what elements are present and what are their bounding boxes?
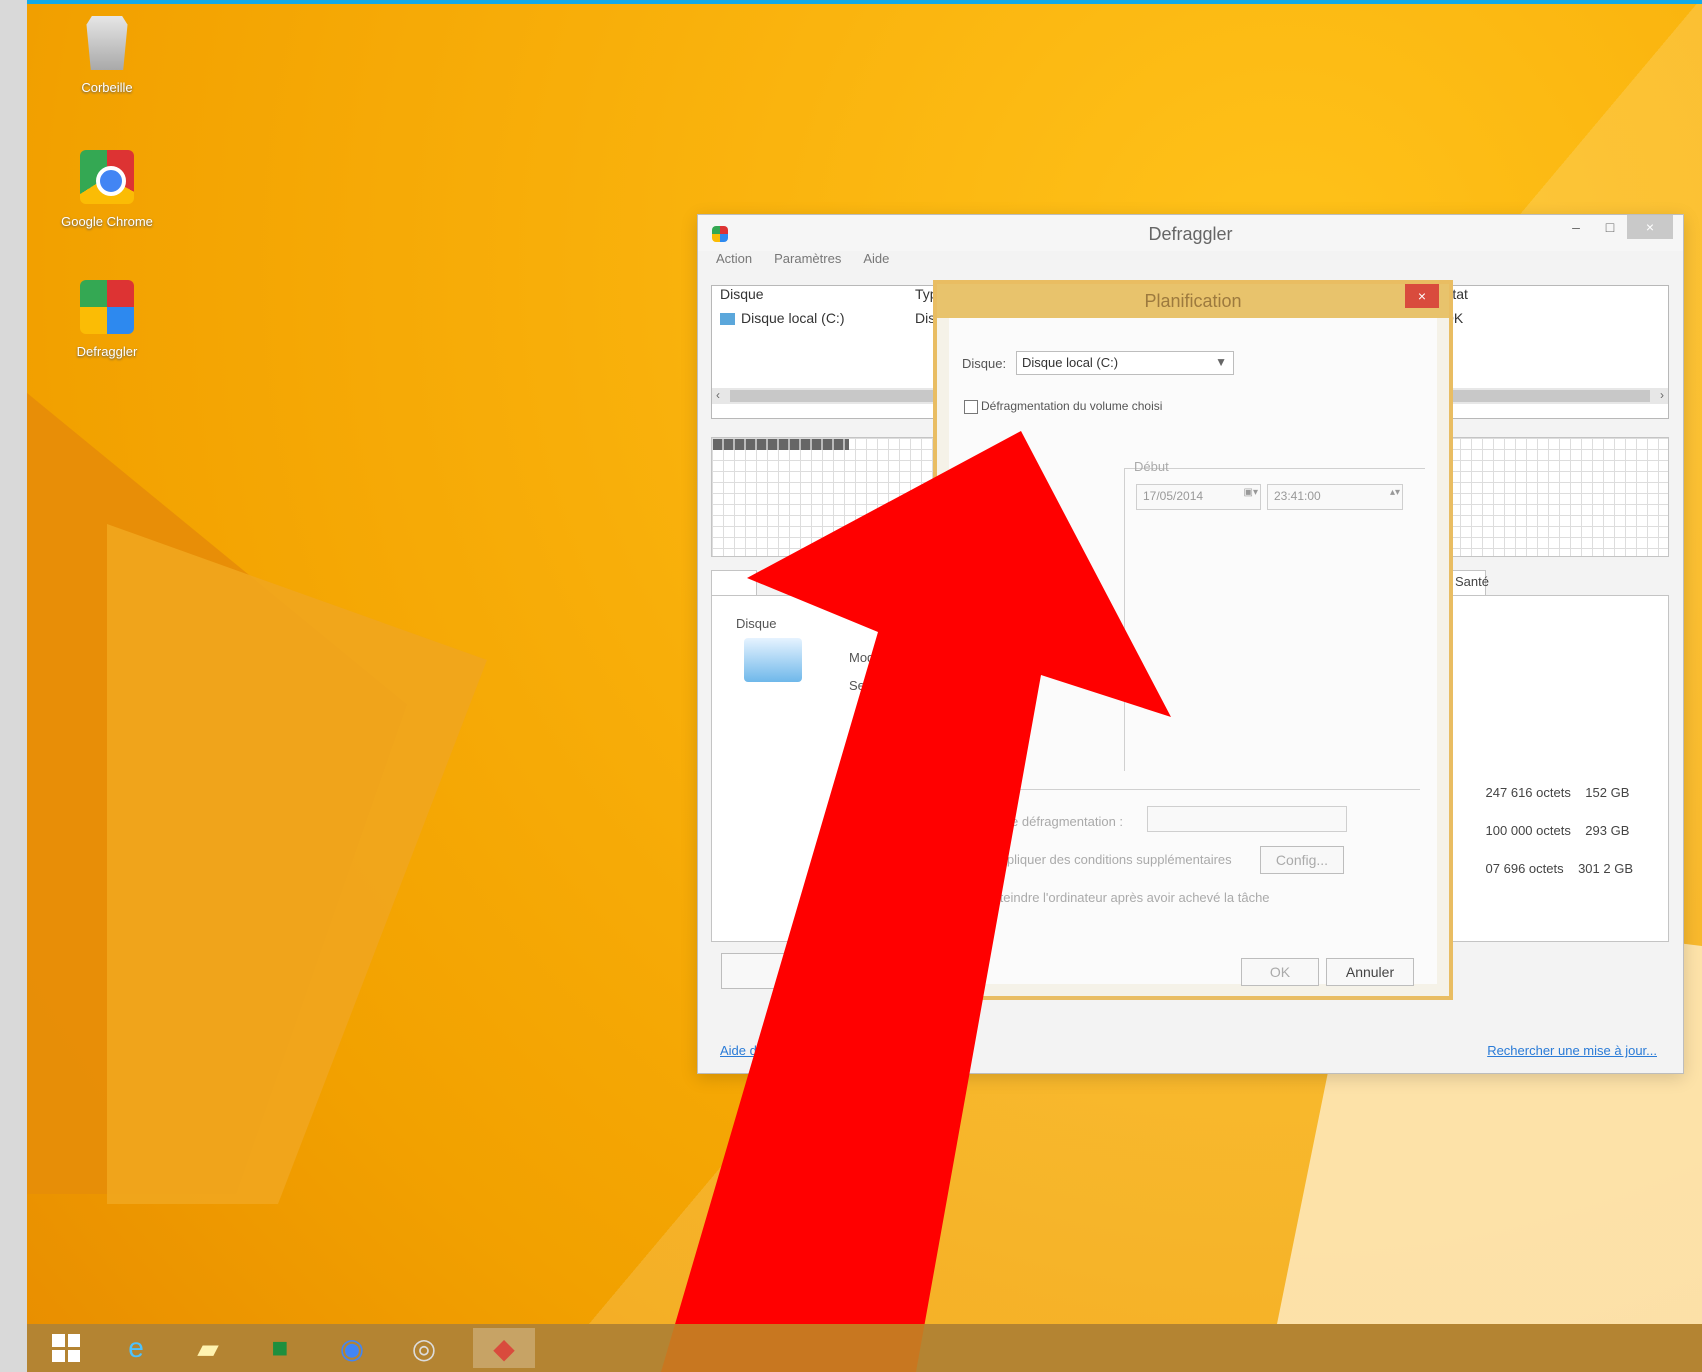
desktop-icon-label: Defraggler [76, 344, 138, 359]
window-titlebar: Defraggler – □ × [698, 215, 1683, 251]
help-link[interactable]: Aide d [720, 1043, 757, 1058]
ok-button[interactable]: OK [1241, 958, 1319, 986]
column-disk[interactable]: Disque [712, 286, 915, 310]
stat-row: 100 000 octets 293 GB [1486, 812, 1633, 850]
file-explorer-icon: ▰ [197, 1332, 219, 1364]
desktop-icon-label: Corbeille [81, 80, 133, 95]
extra-conditions-checkbox[interactable] [973, 854, 987, 868]
analyze-button[interactable]: A [721, 953, 848, 989]
defrag-volume-checkbox[interactable] [964, 400, 978, 414]
shutdown-checkbox[interactable] [973, 892, 987, 906]
chevron-down-icon: ▼ [1215, 355, 1227, 369]
drive-icon [720, 313, 735, 325]
drive-name-cell: Disque local (C:) [712, 310, 915, 334]
time-value: 23:41:00 [1274, 489, 1321, 503]
defraggler-icon [80, 280, 134, 334]
dialog-body: Disque: Disque local (C:) ▼ Défragmentat… [949, 318, 1437, 986]
network-button[interactable]: ◎ [393, 1328, 455, 1368]
time-input[interactable]: 23:41:00 ▴▾ [1267, 484, 1403, 510]
recycle-bin-desktop-icon[interactable]: Corbeille [52, 16, 162, 95]
scroll-left-icon[interactable]: ‹ [716, 388, 720, 402]
defrag-type-label: Type de défragmentation : [972, 814, 1124, 829]
minimize-button[interactable]: – [1559, 215, 1593, 239]
scroll-right-icon[interactable]: › [1660, 388, 1664, 402]
menu-settings[interactable]: Paramètres [774, 251, 841, 275]
used-blocks-strip [713, 439, 849, 450]
stat-bytes: 07 696 octets [1485, 861, 1564, 876]
options-label: Options [973, 781, 1018, 796]
desktop-orange-shape [107, 524, 487, 1204]
stat-size: 152 GB [1585, 785, 1630, 800]
scheduling-dialog: Planification × Disque: Disque local (C:… [933, 280, 1453, 1000]
date-input[interactable]: 17/05/2014 ▣▾ [1136, 484, 1261, 510]
dialog-close-button[interactable]: × [1405, 284, 1439, 308]
internet-explorer-button[interactable]: e [105, 1328, 167, 1368]
stat-bytes: 100 000 octets [1485, 823, 1571, 838]
cancel-button[interactable]: Annuler [1326, 958, 1414, 986]
close-button[interactable]: × [1627, 215, 1673, 239]
stat-size: 293 GB [1585, 823, 1630, 838]
chrome-taskbar-button[interactable]: ◉ [321, 1328, 383, 1368]
model-label: Modè [849, 650, 882, 665]
date-value: 17/05/2014 [1143, 489, 1204, 503]
config-button[interactable]: Config... [1260, 846, 1344, 874]
defraggler-taskbar-button[interactable]: ◆ [473, 1328, 535, 1368]
defrag-type-select[interactable] [1147, 806, 1347, 832]
tab-health-label: Santé [1455, 574, 1489, 589]
screen-left-border [0, 0, 27, 1372]
stat-bytes: 247 616 octets [1485, 785, 1571, 800]
extra-conditions-label: Appliquer des conditions supplémentaires [991, 852, 1232, 867]
maximize-button[interactable]: □ [1593, 215, 1627, 239]
menu-bar: Action Paramètres Aide [698, 251, 1683, 275]
disk-label: Disque: [962, 356, 1007, 371]
drive-label: Disque [736, 616, 777, 631]
chrome-desktop-icon[interactable]: Google Chrome [52, 150, 162, 229]
taskbar: e ▰ ■ ◉ ◎ ◆ [27, 1324, 1702, 1372]
calendar-icon: ▣▾ [1243, 487, 1258, 498]
drive-name: Disque local (C:) [741, 310, 845, 326]
start-label: Début [1134, 459, 1169, 474]
stat-size: 301 2 GB [1578, 861, 1633, 876]
internet-explorer-icon: e [128, 1332, 144, 1363]
schedule-groupbox [1124, 468, 1425, 771]
window-title: Defraggler [1148, 224, 1233, 244]
shutdown-label: Éteindre l'ordinateur après avoir achevé… [991, 890, 1270, 905]
update-link[interactable]: Rechercher une mise à jour... [1487, 1043, 1657, 1058]
store-button[interactable]: ■ [249, 1328, 311, 1368]
start-button[interactable] [35, 1328, 97, 1368]
stat-row: 247 616 octets 152 GB [1486, 774, 1633, 812]
window-controls: – □ × [1559, 215, 1673, 239]
serial-label: Serie [849, 678, 880, 693]
recycle-bin-icon [86, 16, 128, 70]
dialog-titlebar: Planification × [937, 284, 1449, 318]
menu-action[interactable]: Action [716, 251, 752, 275]
chrome-icon: ◉ [339, 1332, 365, 1364]
chrome-icon [80, 150, 134, 204]
menu-help[interactable]: Aide [863, 251, 889, 275]
disk-select[interactable]: Disque local (C:) ▼ [1016, 351, 1234, 375]
drive-stats: 247 616 octets 152 GB 100 000 octets 293… [1486, 774, 1633, 888]
defraggler-icon: ◆ [493, 1332, 515, 1364]
spinner-icon: ▴▾ [1389, 487, 1400, 498]
start-icon [52, 1334, 80, 1362]
screen: Corbeille Google Chrome Defraggler Defra… [0, 0, 1702, 1372]
desktop-icon-label: Google Chrome [61, 214, 153, 229]
store-icon: ■ [271, 1332, 289, 1363]
disk-select-value: Disque local (C:) [1022, 355, 1119, 370]
dialog-title: Planification [1144, 291, 1242, 311]
network-icon: ◎ [411, 1332, 437, 1364]
stat-row: 07 696 octets 301 2 GB [1486, 850, 1633, 888]
defrag-volume-label: Défragmentation du volume choisi [981, 399, 1163, 413]
file-explorer-button[interactable]: ▰ [177, 1328, 239, 1368]
defraggler-desktop-icon[interactable]: Defraggler [52, 280, 162, 359]
hard-drive-icon [744, 638, 802, 682]
